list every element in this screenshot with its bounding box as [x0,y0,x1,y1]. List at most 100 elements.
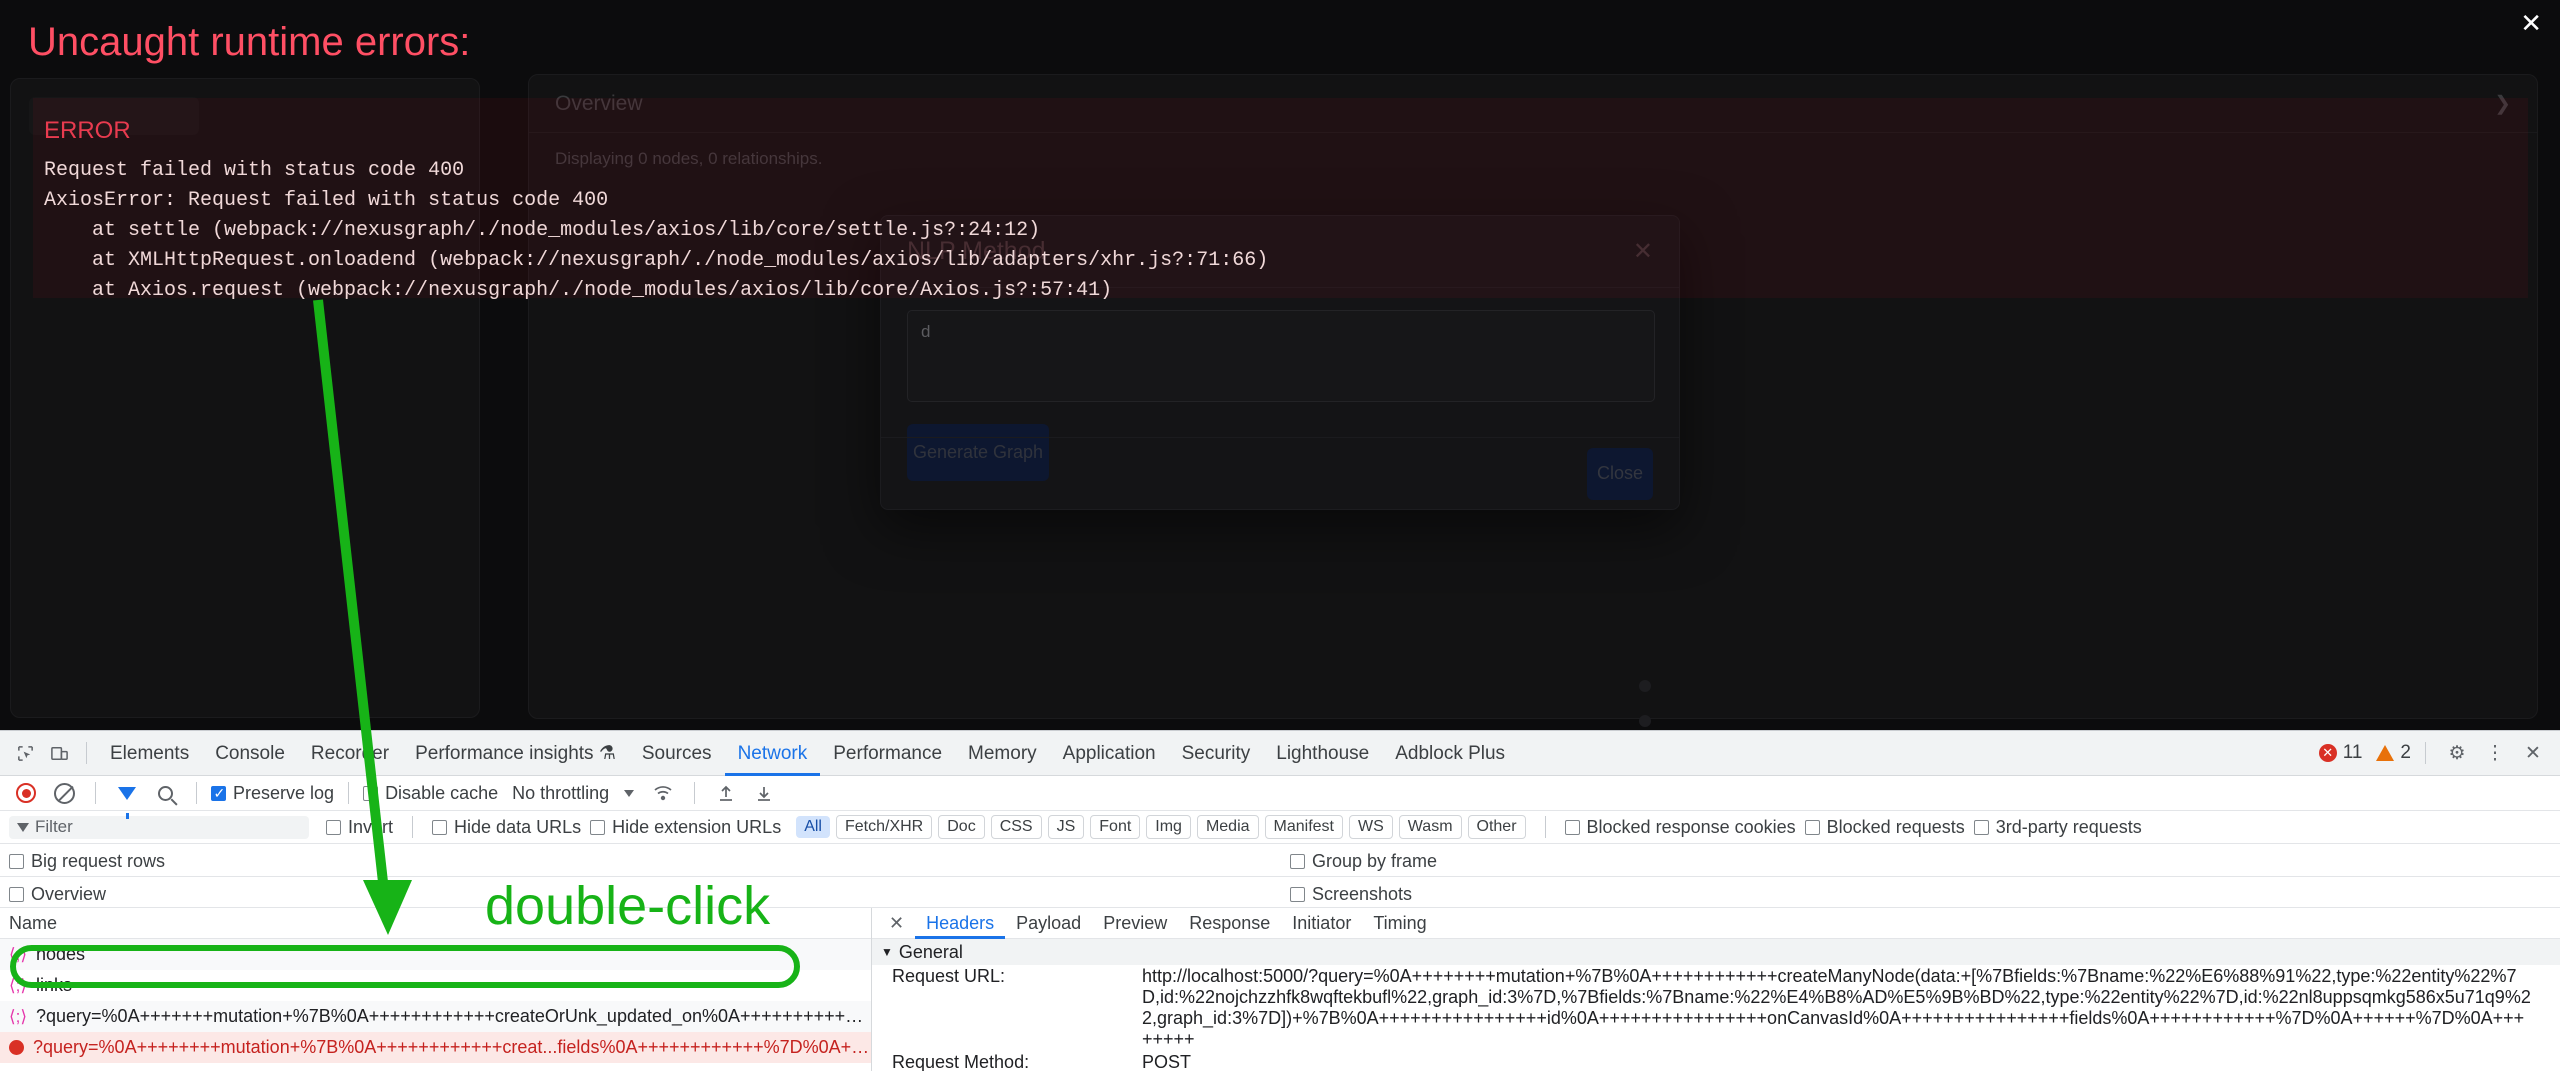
close-modal-button[interactable]: Close [1587,447,1653,500]
detail-tab-initiator[interactable]: Initiator [1281,908,1362,939]
divider [348,782,350,804]
modal-title: NLP Method [907,237,1046,265]
export-har-icon[interactable] [747,776,781,810]
general-section-header[interactable]: ▼ General [872,939,2560,965]
table-row[interactable]: ?query=%0A++++++++mutation+%7B%0A+++++++… [0,1032,871,1063]
network-options-row-1: Big request rows Group by frame [0,844,2560,877]
devtools-tab-performance-insights[interactable]: Performance insights ⚗ [402,731,629,776]
invert-checkbox[interactable]: Invert [326,817,393,838]
detail-tab-preview[interactable]: Preview [1092,908,1178,939]
devtools-tab-memory[interactable]: Memory [955,731,1050,776]
divider [1544,816,1546,838]
devtools-tab-security[interactable]: Security [1169,731,1264,776]
divider [196,782,197,804]
detail-tab-list: Headers Payload Preview Response Initiator Ti… [915,908,1438,939]
device-toolbar-icon[interactable] [42,736,76,770]
type-filter-font[interactable]: Font [1090,815,1141,839]
blocked-response-cookies-checkbox[interactable]: Blocked response cookies [1564,817,1796,838]
checkbox-box [1564,819,1580,835]
general-fields: Request URL: http://localhost:5000/?query… [872,965,2560,1071]
divider [412,816,414,838]
detail-field-key: Request URL: [892,966,1006,986]
type-filter-other[interactable]: Other [1467,815,1526,839]
warning-count-badge[interactable]: 2 [2376,742,2411,764]
import-har-icon[interactable] [709,776,743,810]
group-by-frame-checkbox[interactable]: Group by frame [1290,851,1437,872]
error-count-badge[interactable]: ✕ 11 [2318,742,2362,764]
type-filter-fetch-xhr[interactable]: Fetch/XHR [835,815,933,839]
divider [2425,742,2426,764]
devtools-tab-recorder[interactable]: Recorder [298,731,402,776]
devtools-tab-elements[interactable]: Elements [97,731,202,776]
detail-tab-headers[interactable]: Headers [915,908,1005,939]
checkbox-box [9,887,24,902]
preserve-log-checkbox[interactable]: Preserve log [211,783,334,804]
devtools-tab-sources[interactable]: Sources [629,731,725,776]
inspect-element-icon[interactable] [8,736,42,770]
table-row[interactable]: ⟨;⟩ ?query=%0A+++++++mutation+%7B%0A+++++… [0,1001,871,1032]
close-detail-icon[interactable]: ✕ [880,913,913,934]
type-filter-js[interactable]: JS [1047,815,1085,839]
third-party-requests-checkbox[interactable]: 3rd-party requests [1973,817,2142,838]
close-icon[interactable]: ✕ [1633,239,1653,264]
modal-header: NLP Method ✕ [881,216,1679,288]
collapse-caret-icon: ▼ [881,945,893,959]
detail-tab-response[interactable]: Response [1178,908,1281,939]
devtools-tab-console[interactable]: Console [202,731,298,776]
devtools-tab-adblock-plus[interactable]: Adblock Plus [1382,731,1518,776]
type-filter-all[interactable]: All [796,816,830,838]
overview-checkbox[interactable]: Overview [9,884,106,905]
big-request-rows-checkbox[interactable]: Big request rows [9,851,165,872]
kebab-menu-icon[interactable]: ⋮ [2478,736,2512,770]
overview-subtitle: Displaying 0 nodes, 0 relationships. [555,149,823,168]
checkbox-box [1804,819,1820,835]
devtools-tab-list: Elements Console Recorder Performance insig… [97,731,1518,776]
type-filter-css[interactable]: CSS [990,815,1042,839]
devtools-tab-lighthouse[interactable]: Lighthouse [1263,731,1382,776]
disable-cache-checkbox[interactable]: Disable cache [363,783,498,804]
network-options-row-2: Overview Screenshots [0,877,2560,908]
record-button[interactable] [9,776,43,810]
error-overlay-close-icon[interactable]: ✕ [2520,10,2542,36]
filter-input[interactable]: Filter [9,815,309,839]
blocked-requests-checkbox[interactable]: Blocked requests [1804,816,1965,838]
devtools-panel: Elements Console Recorder Performance insig… [0,730,2560,1071]
devtools-tab-application[interactable]: Application [1050,731,1169,776]
hide-extension-urls-checkbox[interactable]: Hide extension URLs [590,817,781,838]
overview-title: Overview [555,91,643,115]
divider [95,782,96,804]
throttling-select[interactable]: No throttling [512,783,635,804]
screenshots-checkbox[interactable]: Screenshots [1290,884,1412,905]
hide-data-urls-checkbox[interactable]: Hide data URLs [432,817,581,838]
devtools-tab-network[interactable]: Network [725,731,821,776]
checkbox-box [1973,819,1989,835]
warning-badge-icon [2376,745,2395,761]
devtools-tab-performance[interactable]: Performance [820,731,955,776]
type-filter-manifest[interactable]: Manifest [1264,815,1343,839]
checkbox-box [1290,887,1305,902]
graph-left-panel [10,78,480,718]
search-icon[interactable] [148,776,182,810]
detail-tab-timing[interactable]: Timing [1362,908,1437,939]
blocked-requests-label: Blocked requests [1826,816,1965,837]
detail-field-key: Request Method: [892,1052,1030,1071]
clear-network-log-button[interactable] [47,776,81,810]
divider [694,782,696,804]
divider [86,742,87,764]
type-filter-wasm[interactable]: Wasm [1398,815,1462,839]
type-filter-media[interactable]: Media [1196,815,1259,839]
detail-tab-payload[interactable]: Payload [1005,908,1092,939]
detail-field-value: POST [1142,1052,1192,1071]
network-content: Name ⟨;⟩ nodes ⟨;⟩ links ⟨;⟩ ?query=%0A++++++… [0,908,2560,1071]
nlp-text-input[interactable] [907,310,1655,402]
canvas-dot [1639,715,1651,727]
chevron-right-icon[interactable]: ❯ [2494,91,2511,116]
gear-icon[interactable]: ⚙ [2440,736,2474,770]
type-filter-img[interactable]: Img [1146,815,1191,839]
close-devtools-icon[interactable]: ✕ [2516,736,2550,770]
overview-label: Overview [31,884,107,904]
network-conditions-icon[interactable] [646,776,680,810]
filter-icon[interactable] [110,776,144,819]
type-filter-ws[interactable]: WS [1349,815,1393,839]
type-filter-doc[interactable]: Doc [938,815,985,839]
